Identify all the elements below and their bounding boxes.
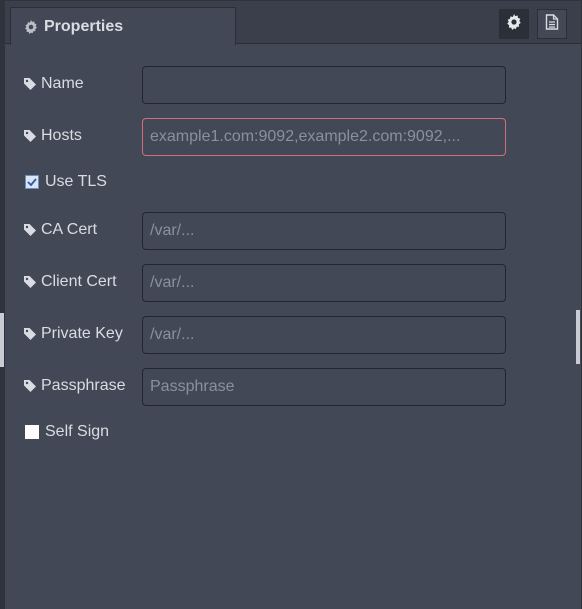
tag-icon bbox=[23, 379, 37, 393]
name-input[interactable] bbox=[142, 66, 506, 104]
gear-icon bbox=[506, 13, 522, 35]
client-cert-label-wrap: Client Cert bbox=[23, 273, 117, 291]
use-tls-checkbox-row[interactable]: Use TLS bbox=[25, 173, 107, 191]
info-button[interactable] bbox=[537, 9, 567, 39]
tag-icon bbox=[23, 129, 37, 143]
tab-properties[interactable]: Properties bbox=[10, 7, 236, 45]
name-label-wrap: Name bbox=[23, 75, 84, 93]
name-label: Name bbox=[41, 75, 84, 92]
tab-bar: Properties bbox=[5, 0, 581, 45]
left-resize-handle[interactable] bbox=[0, 313, 4, 367]
settings-button[interactable] bbox=[499, 9, 529, 39]
private-key-input[interactable] bbox=[142, 316, 506, 354]
tag-icon bbox=[23, 223, 37, 237]
self-sign-checkbox[interactable] bbox=[25, 425, 39, 439]
client-cert-label: Client Cert bbox=[41, 273, 117, 290]
self-sign-label: Self Sign bbox=[45, 423, 110, 440]
passphrase-label: Passphrase bbox=[41, 377, 126, 394]
tag-icon bbox=[23, 77, 37, 91]
ca-cert-label: CA Cert bbox=[41, 221, 98, 238]
ca-cert-input[interactable] bbox=[142, 212, 506, 250]
self-sign-checkbox-row[interactable]: Self Sign bbox=[25, 423, 109, 441]
passphrase-input[interactable] bbox=[142, 368, 506, 406]
tag-icon bbox=[23, 275, 37, 289]
use-tls-checkbox[interactable] bbox=[25, 175, 39, 189]
private-key-label: Private Key bbox=[41, 325, 123, 342]
hosts-label-wrap: Hosts bbox=[23, 127, 82, 145]
tab-title: Properties bbox=[44, 17, 124, 35]
use-tls-label: Use TLS bbox=[45, 173, 107, 190]
tag-icon bbox=[23, 327, 37, 341]
private-key-label-wrap: Private Key bbox=[23, 325, 123, 343]
document-icon bbox=[545, 13, 559, 35]
client-cert-input[interactable] bbox=[142, 264, 506, 302]
hosts-input[interactable] bbox=[142, 118, 506, 156]
hosts-label: Hosts bbox=[41, 127, 82, 144]
passphrase-label-wrap: Passphrase bbox=[23, 377, 126, 395]
right-resize-handle[interactable] bbox=[576, 310, 580, 364]
gear-icon bbox=[24, 19, 38, 34]
ca-cert-label-wrap: CA Cert bbox=[23, 221, 97, 239]
